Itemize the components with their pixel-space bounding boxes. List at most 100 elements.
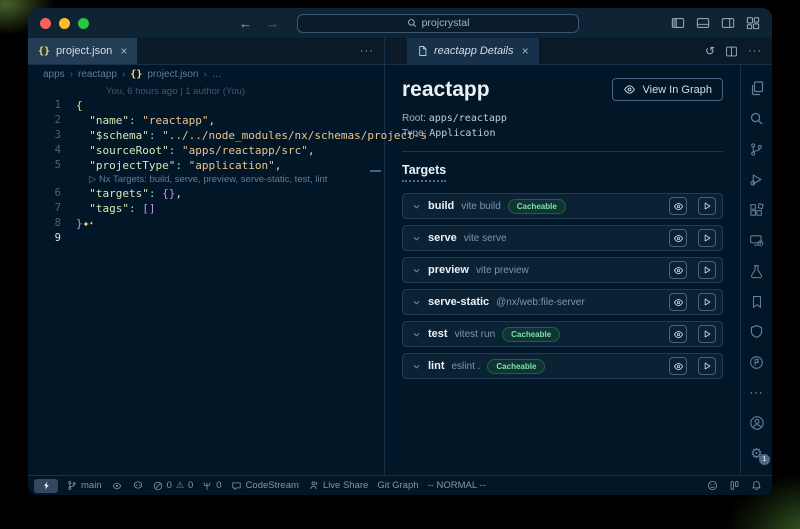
breadcrumb-more[interactable]: … — [212, 69, 222, 80]
play-icon — [702, 329, 712, 339]
additional-views-icon[interactable]: ··· — [750, 387, 764, 399]
expand-target-chevron[interactable] — [412, 266, 421, 275]
code-token: "reactapp" — [142, 113, 208, 128]
code-token — [76, 201, 89, 216]
notifications-bell-icon[interactable] — [751, 480, 762, 491]
target-row-serve[interactable]: servevite serve — [402, 225, 723, 251]
run-target-button[interactable] — [698, 197, 716, 215]
project-type: Application — [429, 128, 495, 139]
expand-target-chevron[interactable] — [412, 362, 421, 371]
copilot-status[interactable] — [132, 480, 144, 491]
code-token: [] — [142, 201, 155, 216]
code-editor[interactable]: You, 6 hours ago | 1 author (You)1{2 "na… — [28, 84, 384, 475]
project-meta: Root: apps/reactapp Type: Application — [402, 111, 723, 141]
run-target-button[interactable] — [698, 357, 716, 375]
nx-remote-indicator[interactable] — [34, 479, 58, 493]
run-target-button[interactable] — [698, 229, 716, 247]
breadcrumb[interactable]: apps › reactapp › {} project.json › … — [28, 65, 384, 84]
feedback-smiley-icon[interactable] — [707, 480, 718, 491]
page-title: reactapp — [402, 78, 490, 102]
expand-target-chevron[interactable] — [412, 330, 421, 339]
search-icon[interactable] — [741, 103, 772, 133]
git-graph-status[interactable]: Git Graph — [377, 480, 418, 491]
git-branch-indicator[interactable]: main — [67, 480, 102, 491]
extensions-icon[interactable] — [741, 195, 772, 225]
targets-heading: Targets — [402, 163, 446, 182]
code-token: "apps/reactapp/src" — [182, 143, 308, 158]
nx-targets-codelens[interactable]: ▷ Nx Targets: build, serve, preview, ser… — [89, 173, 327, 186]
problems-indicator[interactable]: 0 ⚠ 0 — [153, 480, 194, 491]
zoom-window-button[interactable] — [78, 18, 89, 29]
target-row-test[interactable]: testvitest runCacheable — [402, 321, 723, 347]
close-tab-icon[interactable]: × — [120, 44, 127, 58]
testing-beaker-icon[interactable] — [741, 256, 772, 286]
comment-bubble-icon — [231, 481, 242, 491]
play-icon — [702, 361, 712, 371]
target-row-lint[interactable]: linteslint .Cacheable — [402, 353, 723, 379]
expand-target-chevron[interactable] — [412, 234, 421, 243]
tab-project-json[interactable]: {} project.json × — [28, 38, 137, 64]
remote-explorer-icon[interactable] — [741, 225, 772, 255]
split-editor-icon[interactable] — [725, 45, 738, 58]
run-debug-icon[interactable] — [741, 164, 772, 194]
toggle-panel-icon[interactable] — [696, 16, 710, 30]
show-target-config-button[interactable] — [669, 197, 687, 215]
code-token: "targets" — [89, 186, 149, 201]
format-columns-icon[interactable] — [729, 480, 740, 491]
ports-indicator[interactable]: 0 — [202, 480, 221, 491]
target-row-serve-static[interactable]: serve-static@nx/web:file-server — [402, 289, 723, 315]
vim-mode-indicator[interactable]: -- NORMAL -- — [428, 480, 486, 491]
gitlens-blame-toggle[interactable] — [111, 481, 123, 491]
codestream-status[interactable]: CodeStream — [231, 480, 299, 491]
toggle-secondary-sidebar-icon[interactable] — [721, 16, 735, 30]
editor-actions-more-icon[interactable]: ··· — [360, 45, 374, 57]
tab-reactapp-details[interactable]: reactapp Details × — [407, 38, 539, 64]
play-icon — [702, 265, 712, 275]
view-in-graph-button[interactable]: View In Graph — [612, 78, 723, 101]
target-row-build[interactable]: buildvite buildCacheable — [402, 193, 723, 219]
code-token — [76, 143, 89, 158]
show-target-config-button[interactable] — [669, 325, 687, 343]
run-target-button[interactable] — [698, 261, 716, 279]
nav-forward-button[interactable]: → — [266, 16, 279, 31]
nx-graph-icon[interactable] — [741, 347, 772, 377]
nav-back-button[interactable]: ← — [239, 16, 252, 31]
divider — [402, 151, 723, 152]
breadcrumb-project[interactable]: reactapp — [78, 69, 117, 80]
command-center-search[interactable]: projcrystal — [297, 14, 579, 33]
chevron-down-icon — [412, 234, 421, 243]
breadcrumb-file[interactable]: project.json — [147, 69, 198, 80]
minimize-window-button[interactable] — [59, 18, 70, 29]
refresh-icon[interactable]: ↺ — [705, 44, 715, 58]
account-icon[interactable] — [741, 408, 772, 438]
eye-icon — [673, 201, 684, 212]
close-window-button[interactable] — [40, 18, 51, 29]
line-number: 7 — [28, 201, 76, 216]
expand-target-chevron[interactable] — [412, 298, 421, 307]
show-target-config-button[interactable] — [669, 261, 687, 279]
explorer-icon[interactable] — [741, 73, 772, 103]
show-target-config-button[interactable] — [669, 293, 687, 311]
toggle-primary-sidebar-icon[interactable] — [671, 16, 685, 30]
close-tab-icon[interactable]: × — [522, 44, 529, 58]
bookmarks-icon[interactable] — [741, 286, 772, 316]
editor-actions-more-icon[interactable]: ··· — [748, 45, 762, 57]
code-token — [136, 201, 143, 216]
run-target-button[interactable] — [698, 325, 716, 343]
settings-gear-icon[interactable]: ⚙1 — [741, 439, 772, 469]
target-row-preview[interactable]: previewvite preview — [402, 257, 723, 283]
code-token: : — [129, 201, 136, 216]
run-target-button[interactable] — [698, 293, 716, 311]
target-command: vite serve — [464, 233, 507, 244]
target-command: vitest run — [455, 329, 496, 340]
nx-console-icon[interactable] — [741, 317, 772, 347]
customize-layout-icon[interactable] — [746, 16, 760, 30]
live-share-status[interactable]: Live Share — [308, 480, 368, 491]
source-control-icon[interactable] — [741, 134, 772, 164]
expand-target-chevron[interactable] — [412, 202, 421, 211]
desktop: { "titlebar": { "back": "←", "forward": … — [0, 0, 800, 529]
breadcrumb-apps[interactable]: apps — [43, 69, 65, 80]
activity-bar: ··· ⚙1 — [740, 65, 772, 475]
show-target-config-button[interactable] — [669, 357, 687, 375]
show-target-config-button[interactable] — [669, 229, 687, 247]
